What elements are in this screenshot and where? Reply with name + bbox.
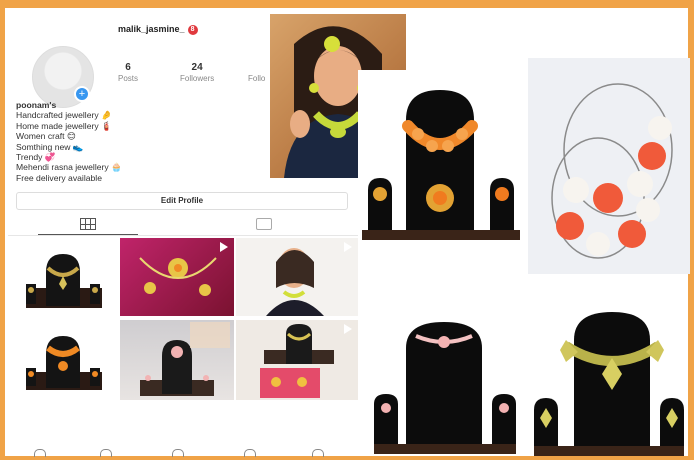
gold-green-jewellery-photo [530,300,688,456]
followers-stat[interactable]: 24 Followers [180,62,214,83]
notification-badge[interactable]: 8 [187,24,198,35]
grid-icon[interactable] [80,218,96,230]
following-stat[interactable]: Follo [248,62,265,83]
post-thumbnail[interactable] [8,238,118,318]
tagged-icon[interactable] [256,218,272,230]
active-tab-indicator [38,234,138,235]
profile-username[interactable]: malik_jasmine_ 8 [118,24,198,35]
post-thumbnail[interactable] [120,320,234,400]
profile-icon[interactable] [312,449,324,457]
bio-line: Women craft 😊 [16,131,76,142]
frame-left-border [0,0,5,460]
bottom-nav [8,448,358,457]
rose-hoop-earrings-image [551,83,673,259]
necklace-set-image [26,254,102,308]
pink-flower-set-image [140,322,230,396]
profile-tabs [8,214,358,236]
bio-line: Mehendi rasna jewellery 🧁 [16,162,122,173]
home-icon[interactable] [34,449,46,457]
bio-line: Free delivery available [16,172,102,183]
bio-line: Handcrafted jewellery 🤌 [16,110,112,121]
flower-hoop-earrings-photo [528,58,690,274]
edit-profile-button[interactable]: Edit Profile [16,192,348,210]
bio-line: Home made jewellery 🧯 [16,120,112,131]
pink-floral-jewellery-photo [370,308,520,456]
post-thumbnail[interactable] [236,320,358,400]
post-thumbnail[interactable] [236,238,358,316]
search-icon[interactable] [100,449,112,457]
posts-stat[interactable]: 6 Posts [118,62,138,83]
woman-wearing-jewellery-image [266,242,352,316]
gold-set-image [260,324,352,398]
activity-icon[interactable] [244,449,256,457]
profile-bio: poonam's Handcrafted jewellery 🤌 Home ma… [16,100,266,183]
add-icon[interactable] [172,449,184,457]
jewellery-flatlay-image [139,242,228,296]
bio-name: poonam's [16,100,57,110]
bio-line: Somthing new 👟 [16,141,84,152]
frame-top-border [0,0,694,8]
orange-necklace-display-image [362,90,520,240]
post-thumbnail[interactable] [120,238,234,316]
orange-floral-jewellery-photo [358,70,523,242]
orange-flower-set-image [26,336,102,390]
gold-necklace-display-image [534,312,684,456]
pink-necklace-display-image [374,322,516,454]
post-thumbnail[interactable] [8,320,118,400]
bio-line: Trendy 💞 [16,152,56,163]
